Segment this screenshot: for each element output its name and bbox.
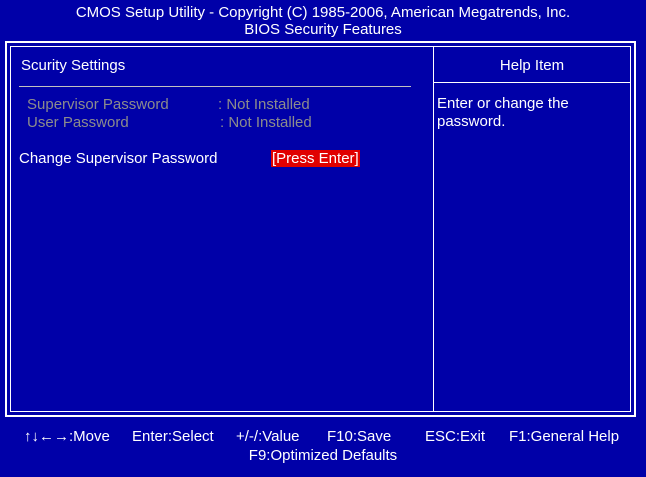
supervisor-password-status: : Not Installed	[218, 96, 310, 113]
frame-inner-border: Scurity Settings Supervisor Password : N…	[10, 46, 631, 412]
key-legend: ↑↓←→:Move Enter:Select +/-/:Value F10:Sa…	[0, 427, 646, 465]
help-item-title: Help Item	[499, 57, 565, 74]
key-value-hint: +/-/:Value	[236, 428, 300, 445]
main-frame: Scurity Settings Supervisor Password : N…	[5, 41, 636, 417]
key-save-hint: F10:Save	[327, 428, 392, 445]
help-title-separator	[434, 82, 630, 83]
press-enter-button[interactable]: [Press Enter]	[271, 150, 360, 167]
user-password-label: User Password	[27, 114, 129, 131]
supervisor-password-label: Supervisor Password	[27, 96, 169, 113]
user-password-status: : Not Installed	[220, 114, 312, 131]
bios-header: CMOS Setup Utility - Copyright (C) 1985-…	[0, 4, 646, 38]
header-subtitle: BIOS Security Features	[244, 21, 402, 38]
section-underline	[19, 86, 411, 87]
key-move-hint: ↑↓←→:Move	[24, 428, 110, 445]
key-exit-hint: ESC:Exit	[425, 428, 486, 445]
key-help-hint: F1:General Help	[509, 428, 620, 445]
panel-divider	[433, 47, 434, 411]
header-title: CMOS Setup Utility - Copyright (C) 1985-…	[75, 4, 571, 21]
change-supervisor-password-label[interactable]: Change Supervisor Password	[19, 150, 217, 167]
key-defaults-hint: F9:Optimized Defaults	[248, 447, 398, 464]
key-select-hint: Enter:Select	[132, 428, 214, 445]
section-title: Scurity Settings	[21, 57, 126, 74]
help-item-text: Enter or change the password.	[437, 95, 569, 130]
